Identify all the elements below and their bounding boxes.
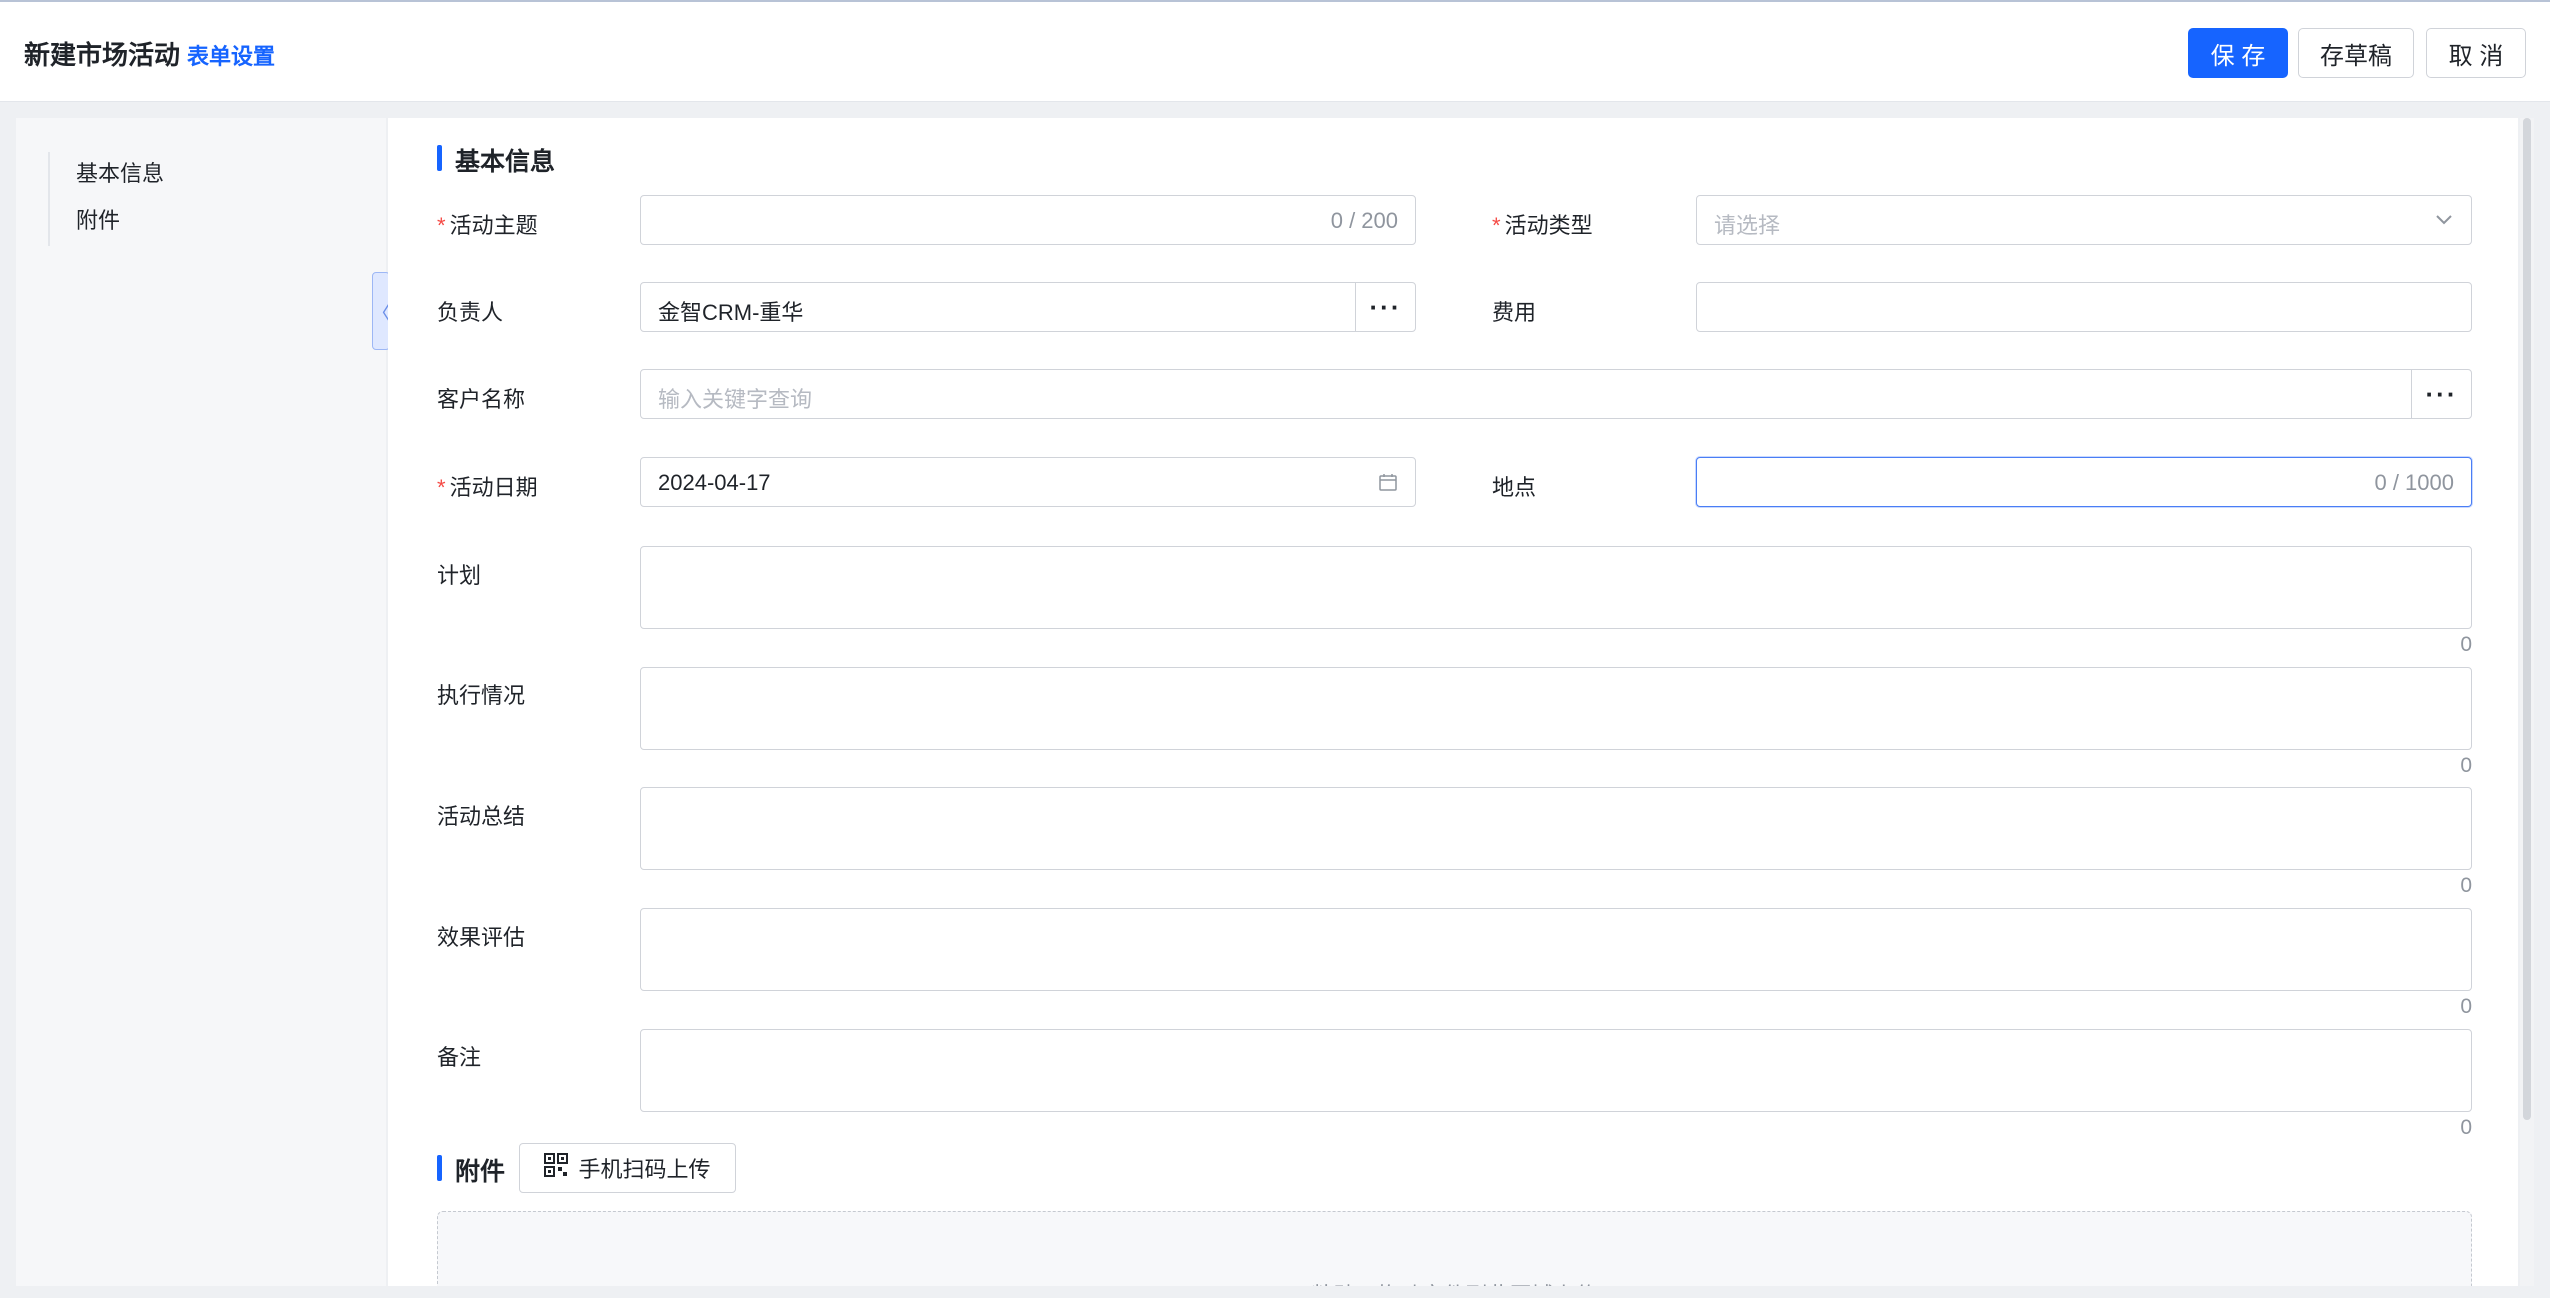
required-mark: *	[1492, 213, 1501, 238]
owner-value: 金智CRM-重华	[658, 300, 804, 325]
topic-label: * 活动主题	[437, 213, 538, 238]
customer-label: 客户名称	[437, 387, 526, 412]
calendar-icon	[1377, 470, 1399, 494]
cost-label: 费用	[1492, 300, 1537, 325]
anchor-item-attachments[interactable]: 附件	[76, 199, 348, 246]
evaluation-char-count: 0	[2460, 995, 2472, 1018]
owner-input[interactable]: 金智CRM-重华 ···	[640, 282, 1416, 332]
scan-upload-label: 手机扫码上传	[578, 1157, 711, 1182]
chevron-down-icon	[2433, 208, 2455, 232]
section-title-attachments: 附件	[437, 1152, 505, 1188]
dropzone-text: 粘贴、拖动文件到此区域上传	[438, 1278, 2471, 1286]
more-icon[interactable]: ···	[1355, 283, 1415, 331]
qr-code-icon	[544, 1153, 569, 1183]
owner-label: 负责人	[437, 300, 504, 325]
date-label: * 活动日期	[437, 475, 538, 500]
summary-char-count: 0	[2460, 874, 2472, 897]
topic-char-count: 0 / 200	[1330, 208, 1398, 233]
plan-label: 计划	[437, 563, 482, 588]
section-title-basic-info: 基本信息	[437, 142, 555, 178]
summary-textarea[interactable]	[640, 787, 2472, 870]
form-settings-link[interactable]: 表单设置	[187, 39, 275, 71]
date-value: 2024-04-17	[658, 470, 771, 495]
save-button[interactable]: 保 存	[2188, 28, 2288, 78]
location-input[interactable]: 0 / 1000	[1696, 457, 2472, 507]
plan-char-count: 0	[2460, 633, 2472, 656]
location-label: 地点	[1492, 475, 1537, 500]
cost-input[interactable]	[1696, 282, 2472, 332]
plan-textarea[interactable]	[640, 546, 2472, 629]
required-mark: *	[437, 213, 446, 238]
summary-label: 活动总结	[437, 804, 526, 829]
customer-placeholder: 输入关键字查询	[658, 387, 813, 412]
cancel-button[interactable]: 取 消	[2426, 28, 2526, 78]
evaluation-textarea[interactable]	[640, 908, 2472, 991]
execution-label: 执行情况	[437, 683, 526, 708]
location-char-count: 0 / 1000	[2374, 470, 2454, 495]
page-title: 新建市场活动	[24, 40, 181, 70]
execution-char-count: 0	[2460, 754, 2472, 777]
more-icon[interactable]: ···	[2411, 370, 2471, 418]
scan-upload-button[interactable]: 手机扫码上传	[519, 1143, 736, 1193]
type-select[interactable]: 请选择	[1696, 195, 2472, 245]
date-picker[interactable]: 2024-04-17	[640, 457, 1416, 507]
vertical-scrollbar[interactable]	[2520, 118, 2534, 1286]
sidebar: 基本信息 附件	[16, 118, 386, 1286]
evaluation-label: 效果评估	[437, 925, 526, 950]
customer-input[interactable]: 输入关键字查询 ···	[640, 369, 2472, 419]
topic-input[interactable]: 0 / 200	[640, 195, 1416, 245]
remarks-char-count: 0	[2460, 1116, 2472, 1139]
anchor-item-basic-info[interactable]: 基本信息	[76, 152, 348, 199]
save-draft-button[interactable]: 存草稿	[2298, 28, 2414, 78]
type-label: * 活动类型	[1492, 213, 1593, 238]
form-panel: 基本信息 * 活动主题 0 / 200 * 活动类型 请选择 负责人 金智CRM-重…	[388, 118, 2518, 1286]
scrollbar-thumb[interactable]	[2523, 118, 2531, 1120]
required-mark: *	[437, 475, 446, 500]
remarks-label: 备注	[437, 1045, 482, 1070]
page-header: 新建市场活动 表单设置 保 存 存草稿 取 消	[0, 0, 2550, 102]
section-anchor-nav: 基本信息 附件	[48, 152, 348, 246]
execution-textarea[interactable]	[640, 667, 2472, 750]
file-dropzone[interactable]: 粘贴、拖动文件到此区域上传	[437, 1211, 2472, 1286]
type-placeholder: 请选择	[1714, 213, 1781, 238]
remarks-textarea[interactable]	[640, 1029, 2472, 1112]
